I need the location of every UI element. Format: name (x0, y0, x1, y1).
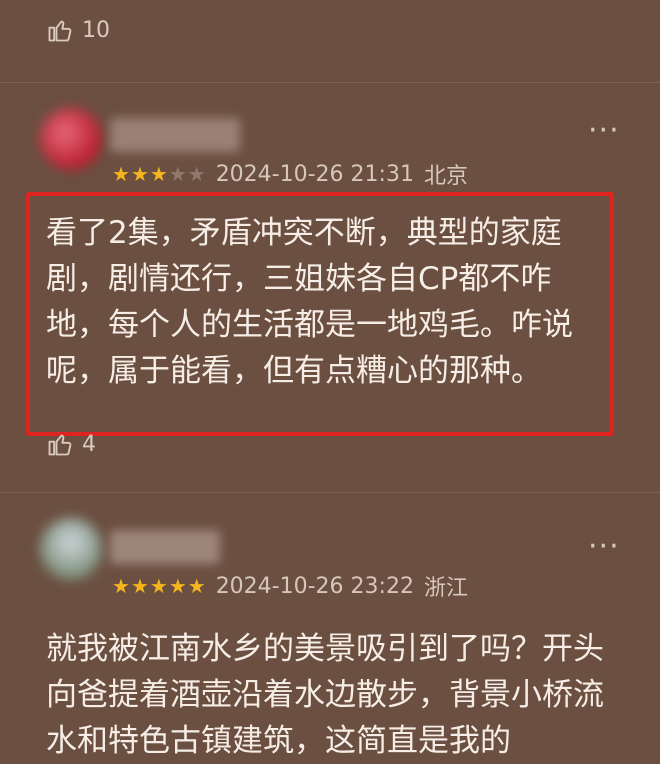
star-icon: ★ (112, 574, 130, 598)
comment-location: 浙江 (423, 576, 468, 601)
star-icon: ★ (187, 162, 206, 186)
like-count: 4 (82, 431, 96, 457)
divider (0, 492, 660, 493)
star-icon: ★ (168, 162, 187, 186)
comment-date: 2024-10-26 21:31 (215, 161, 414, 187)
comment-meta: ★ ★ ★ ★ ★ 2024-10-26 21:31 北京 (112, 158, 468, 190)
comment-text: 就我被江南水乡的美景吸引到了吗？开头向爸提着酒壶沿着水边散步，背景小桥流水和特色… (46, 631, 604, 759)
thumbs-up-icon (48, 434, 72, 456)
star-icon: ★ (168, 574, 187, 598)
avatar[interactable] (40, 108, 102, 170)
star-icon: ★ (130, 574, 149, 598)
star-icon: ★ (130, 162, 149, 186)
comment-meta: ★ ★ ★ ★ ★ 2024-10-26 23:22 浙江 (112, 570, 468, 602)
star-icon: ★ (187, 574, 206, 598)
rating-stars: ★ ★ ★ ★ ★ (112, 576, 206, 596)
rating-stars: ★ ★ ★ ★ ★ (112, 164, 206, 184)
more-icon[interactable]: ··· (588, 532, 620, 562)
comment-text: 看了2集，矛盾冲突不断，典型的家庭剧，剧情还行，三姐妹各自CP都不咋地，每个人的… (46, 215, 573, 389)
divider (0, 82, 660, 83)
comment-date: 2024-10-26 23:22 (215, 573, 414, 599)
more-icon[interactable]: ··· (588, 116, 620, 146)
comment-location: 北京 (423, 164, 468, 189)
thumbs-up-icon (48, 20, 72, 42)
like-button[interactable]: 4 (46, 430, 96, 458)
like-count: 10 (82, 17, 110, 43)
username-blurred[interactable] (110, 118, 240, 152)
star-icon: ★ (149, 162, 168, 186)
star-icon: ★ (149, 574, 168, 598)
star-icon: ★ (112, 162, 130, 186)
like-button[interactable]: 10 (46, 16, 110, 44)
username-blurred[interactable] (110, 530, 220, 564)
avatar[interactable] (40, 518, 102, 580)
